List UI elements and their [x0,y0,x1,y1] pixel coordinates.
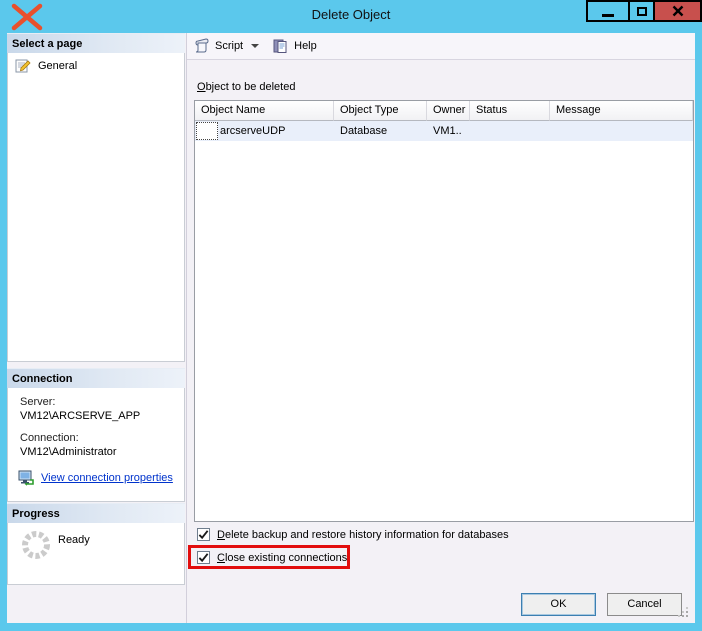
script-button[interactable]: Script [194,38,260,54]
sidebar-item-label: General [38,60,78,72]
connection-label: Connection: [20,432,79,444]
column-header-owner[interactable]: Owner [427,101,470,121]
toolbar: Script Help [187,33,695,60]
column-header-object-name[interactable]: Object Name [195,101,334,121]
close-icon [672,5,683,17]
ok-button[interactable]: OK [521,593,596,616]
sidebar-item-general[interactable]: General [8,53,184,75]
checkmark-icon [198,553,209,563]
connection-header: Connection [7,368,185,388]
table-row[interactable]: arcserveUDP Database VM1.. [195,121,693,141]
object-to-be-deleted-label: Object to be deleted [197,81,296,93]
chevron-down-icon [251,44,260,48]
progress-spinner-icon [22,531,50,559]
cell-object-name: arcserveUDP [195,121,334,141]
connection-panel: Server: VM12\ARCSERVE_APP Connection: VM… [7,388,185,502]
general-page-icon [15,59,31,73]
close-connections-checkbox-label: Close existing connections [217,551,348,564]
cell-message [550,121,693,141]
minimize-button[interactable] [586,0,630,22]
resize-grip[interactable] [677,606,690,619]
minimize-icon [602,13,614,17]
table-header-row: Object Name Object Type Owner Status Mes… [195,101,693,121]
window-controls [586,0,702,22]
cell-owner: VM1.. [433,125,462,137]
close-connections-checkbox[interactable] [197,551,210,564]
script-button-label: Script [215,40,244,52]
help-button[interactable]: Help [273,38,317,54]
maximize-icon [636,6,647,16]
help-icon [273,39,287,53]
main-panel: Script Help Object to be deleted Object … [186,33,695,623]
client-area: Select a page General Connection Server: [7,33,695,623]
object-table: Object Name Object Type Owner Status Mes… [194,100,694,522]
column-header-status[interactable]: Status [470,101,550,121]
column-header-object-type[interactable]: Object Type [334,101,427,121]
view-connection-properties-link[interactable]: View connection properties [41,472,173,484]
cell-status [470,121,550,141]
server-label: Server: [20,396,56,408]
progress-header: Progress [7,503,185,523]
connection-properties-icon [18,470,34,486]
script-icon [195,38,209,53]
delete-object-dialog: Delete Object Select a page General Conn… [0,0,702,631]
checkmark-icon [198,530,209,540]
maximize-button[interactable] [628,0,655,22]
delete-history-checkbox[interactable] [197,528,210,541]
connection-value: VM12\Administrator [20,446,117,458]
help-button-label: Help [294,40,317,52]
cell-object-type: Database [340,125,388,137]
pages-panel: General [7,53,185,362]
delete-history-checkbox-label: Delete backup and restore history inform… [217,528,509,541]
server-value: VM12\ARCSERVE_APP [20,410,141,422]
row-selector[interactable] [196,122,218,140]
sidebar: Select a page General Connection Server: [7,33,185,623]
column-header-message[interactable]: Message [550,101,693,121]
close-button[interactable] [653,0,702,22]
annotation-x-icon [10,3,44,34]
select-a-page-header: Select a page [7,33,185,53]
progress-panel: Ready [7,523,185,585]
titlebar: Delete Object [0,0,702,33]
progress-status: Ready [58,534,90,546]
cancel-button[interactable]: Cancel [607,593,682,616]
